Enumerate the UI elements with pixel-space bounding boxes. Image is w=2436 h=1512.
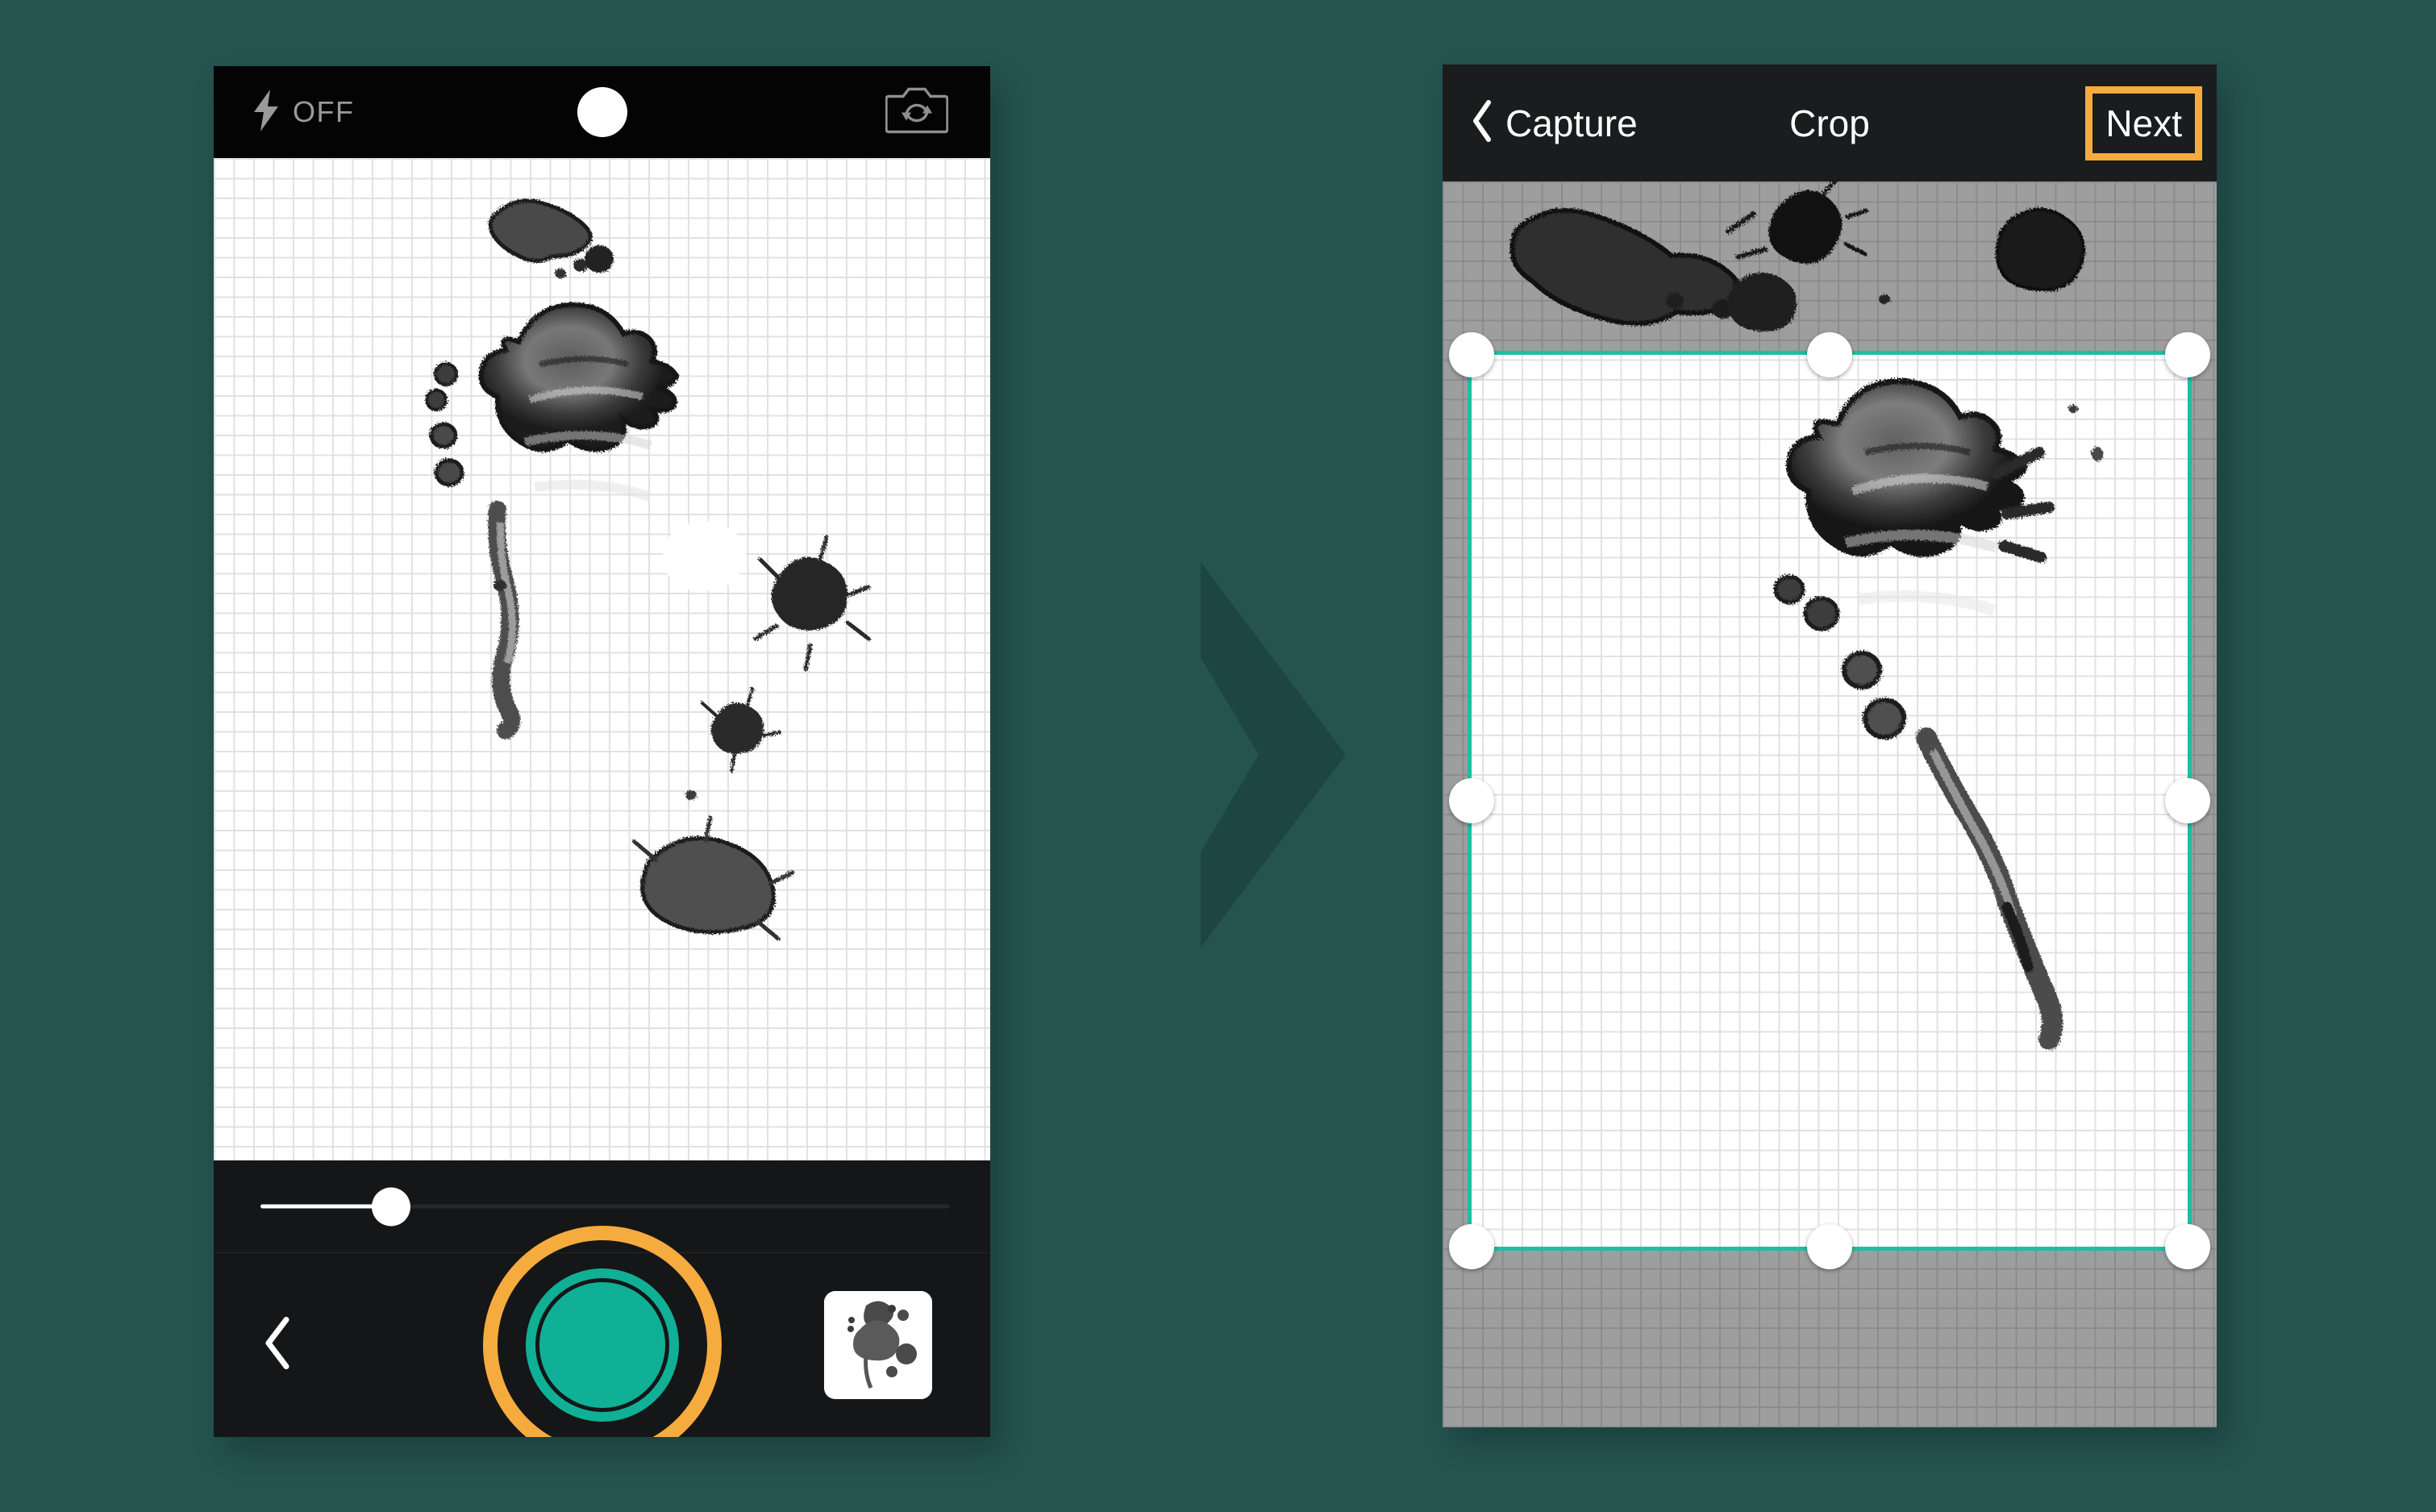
camera-topbar: OFF (214, 66, 990, 158)
shutter-area (481, 1224, 723, 1437)
crop-handle-top-left[interactable] (1448, 332, 1494, 378)
crop-topbar: Capture Crop Next (1443, 65, 2217, 181)
slider-thumb[interactable] (372, 1187, 411, 1226)
chevron-left-icon[interactable] (262, 1317, 294, 1374)
white-dot-indicator (577, 87, 627, 137)
flash-state-label: OFF (293, 95, 355, 128)
crop-handle-top-right[interactable] (2165, 332, 2211, 378)
ink-blot-subject (425, 198, 871, 941)
chevron-left-icon (1470, 99, 1494, 147)
page-title: Crop (1789, 102, 1870, 144)
crop-screen: Capture Crop Next (1443, 65, 2217, 1427)
crop-handle-bottom-right[interactable] (2165, 1223, 2211, 1269)
next-button[interactable]: Next (2105, 102, 2182, 145)
back-to-capture-button[interactable]: Capture (1470, 99, 1638, 147)
crop-handle-bottom-center[interactable] (1807, 1223, 1852, 1269)
next-button-highlight: Next (2085, 85, 2202, 160)
back-label: Capture (1505, 102, 1638, 144)
crop-handle-middle-left[interactable] (1448, 777, 1494, 823)
camera-flip-icon[interactable] (885, 85, 949, 140)
flash-toggle[interactable]: OFF (252, 66, 354, 158)
camera-capture-screen: OFF (214, 66, 990, 1437)
gallery-thumbnail-button[interactable] (824, 1291, 932, 1399)
camera-action-bar (214, 1226, 990, 1437)
lightning-bolt-icon (252, 89, 280, 135)
crop-handle-top-center[interactable] (1807, 332, 1852, 378)
crop-handle-bottom-left[interactable] (1448, 1223, 1494, 1269)
crop-handle-middle-right[interactable] (2165, 777, 2211, 823)
flow-arrow-icon (1201, 562, 1346, 948)
crop-selection-rect[interactable] (1448, 332, 2211, 1269)
camera-viewfinder[interactable] (214, 158, 990, 1160)
exposure-slider[interactable] (260, 1187, 950, 1226)
shutter-button[interactable] (525, 1268, 679, 1422)
crop-stage[interactable] (1443, 181, 2217, 1427)
